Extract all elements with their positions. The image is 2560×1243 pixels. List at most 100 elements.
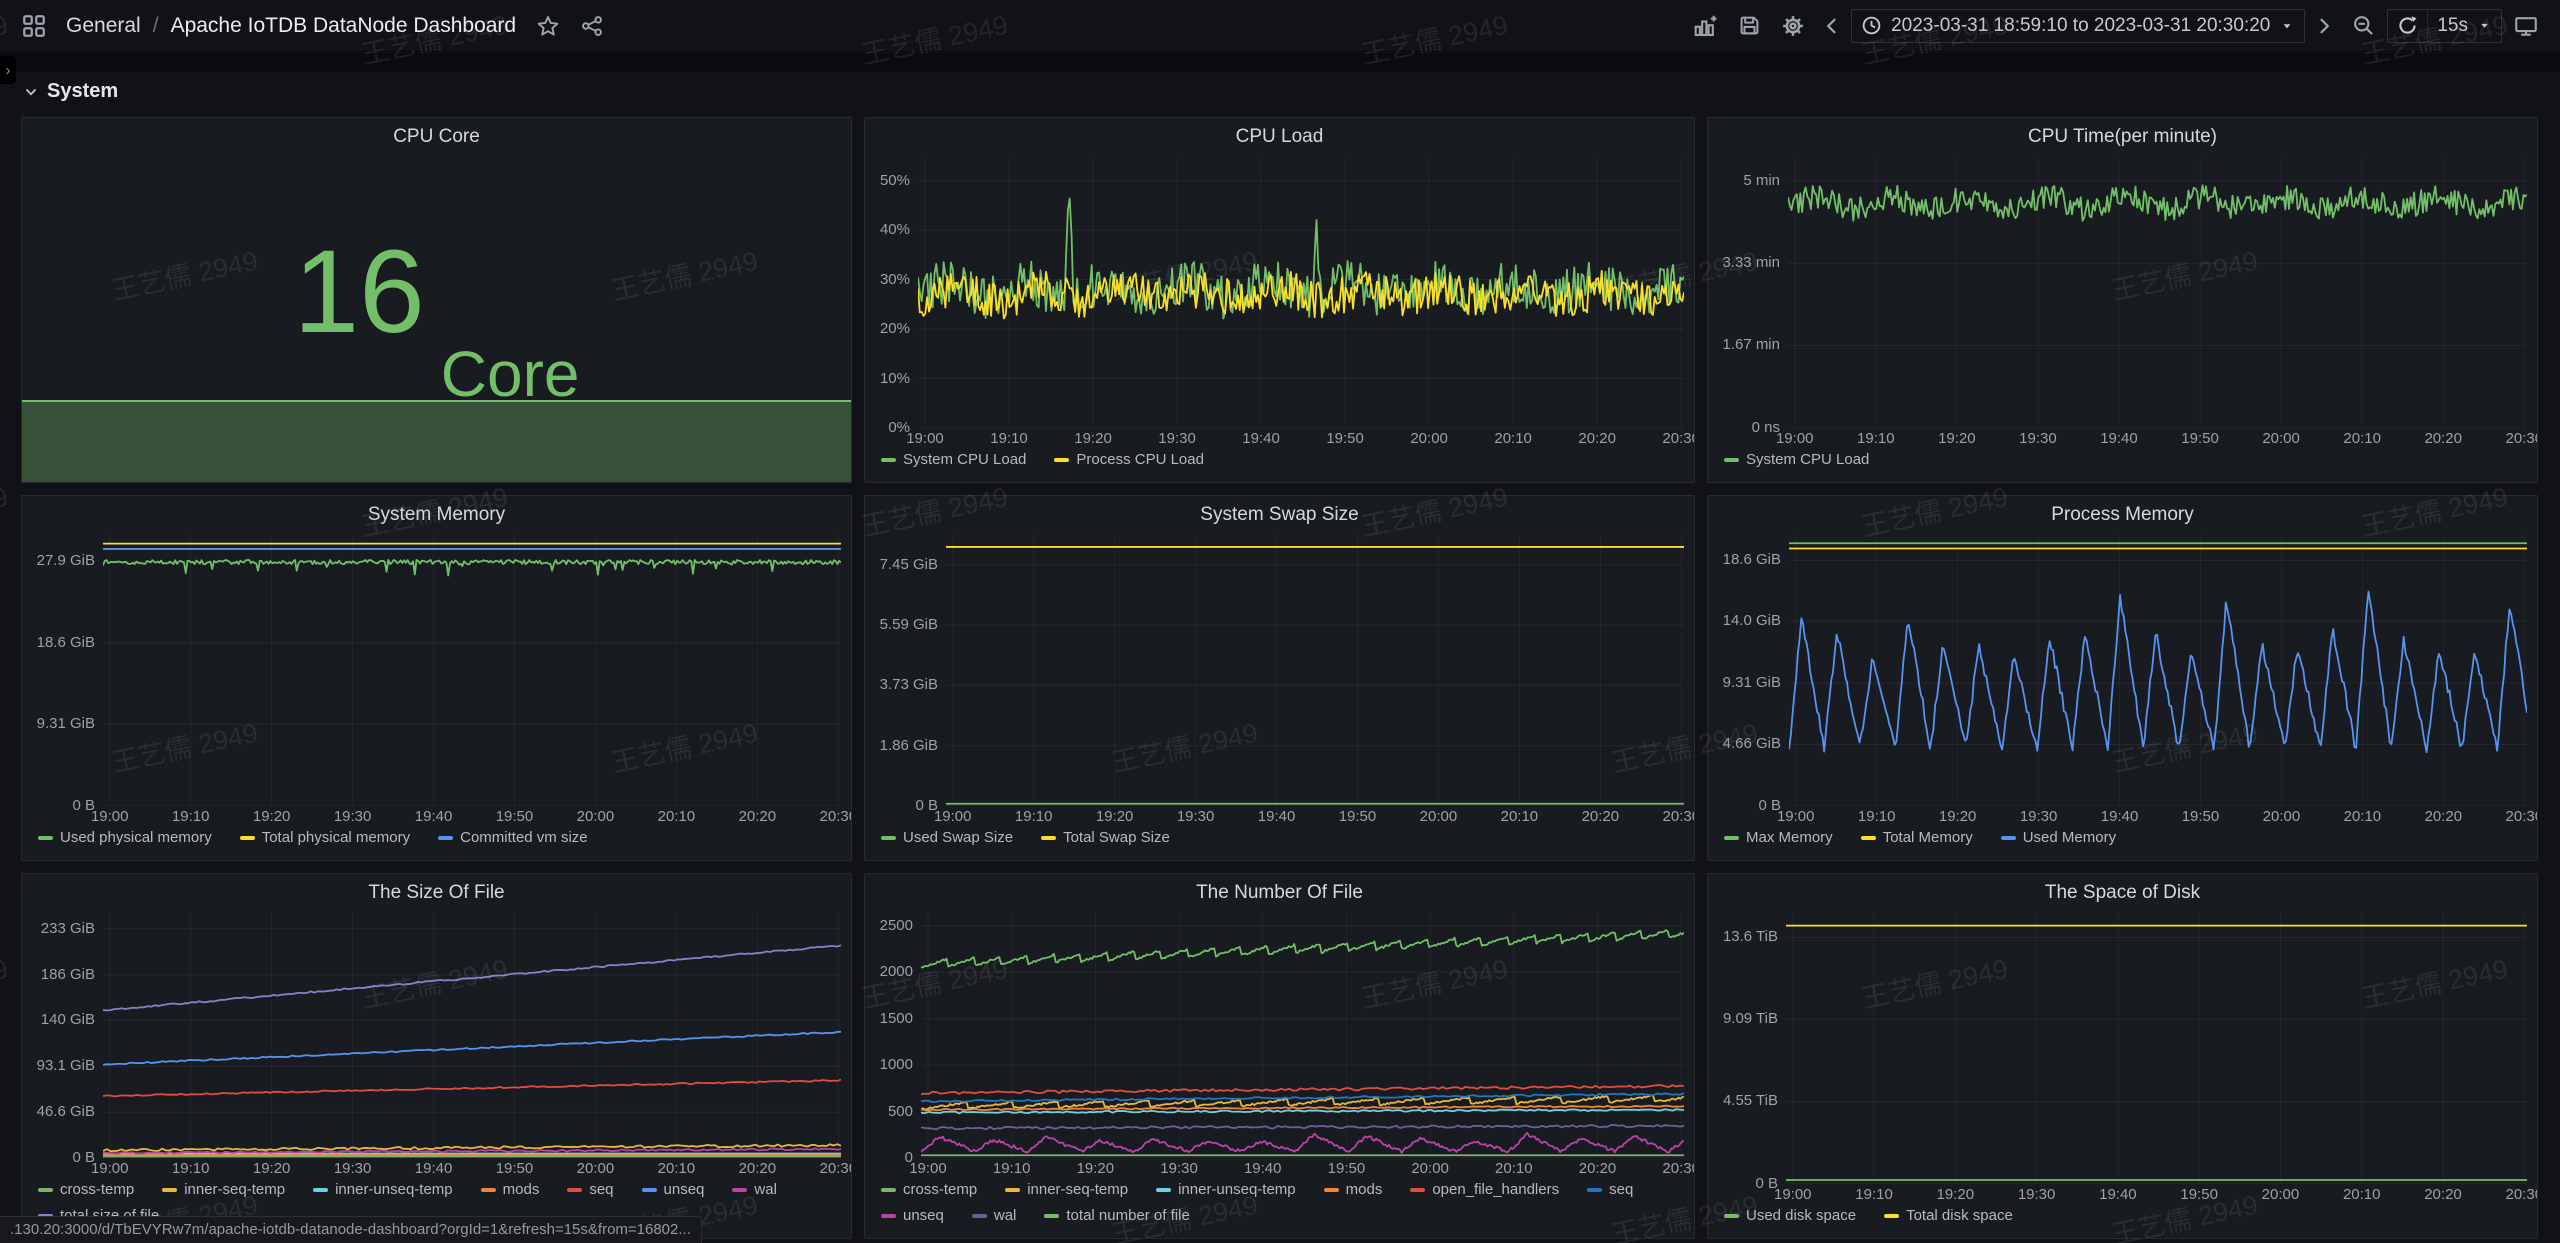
timeseries-chart[interactable] <box>1789 534 2527 806</box>
panel-system-memory: System Memory0 B9.31 GiB18.6 GiB27.9 GiB… <box>21 495 852 861</box>
stat-sparkline <box>22 400 851 482</box>
refresh-interval-label: 15s <box>2437 15 2468 37</box>
legend-item-inner-unseq-temp[interactable]: inner-unseq-temp <box>313 1180 453 1200</box>
legend-item-inner-unseq-temp[interactable]: inner-unseq-temp <box>1156 1180 1296 1200</box>
timeseries-chart[interactable] <box>1786 912 2527 1184</box>
legend-item-cross-temp[interactable]: cross-temp <box>881 1180 977 1200</box>
legend-item-unseq[interactable]: unseq <box>881 1206 944 1226</box>
add-panel-button[interactable] <box>1685 6 1725 46</box>
legend-item-cross-temp[interactable]: cross-temp <box>38 1180 134 1200</box>
time-back-button[interactable] <box>1817 6 1847 46</box>
legend-item-total-physical-memory[interactable]: Total physical memory <box>240 828 410 848</box>
dashboard-settings-button[interactable] <box>1773 6 1813 46</box>
legend-item-inner-seq-temp[interactable]: inner-seq-temp <box>1005 1180 1128 1200</box>
share-icon <box>581 15 603 37</box>
x-tick-label: 19:50 <box>2170 431 2230 447</box>
panel-title[interactable]: The Size Of File <box>22 874 851 912</box>
legend-item-total-swap-size[interactable]: Total Swap Size <box>1041 828 1170 848</box>
section-system[interactable]: System <box>24 80 118 103</box>
breadcrumb-section[interactable]: General <box>66 14 141 38</box>
legend-series-label: Total physical memory <box>262 828 410 848</box>
open-menu-tab[interactable]: › <box>0 56 16 84</box>
timeseries-chart[interactable] <box>918 156 1684 428</box>
time-forward-button[interactable] <box>2309 6 2339 46</box>
timeseries-chart[interactable] <box>946 534 1684 806</box>
breadcrumb-dashboard-title[interactable]: Apache IoTDB DataNode Dashboard <box>171 14 517 38</box>
y-tick-label: 4.55 TiB <box>1716 1093 1778 1109</box>
x-tick-label: 19:00 <box>923 809 983 825</box>
legend-item-total-memory[interactable]: Total Memory <box>1861 828 1973 848</box>
legend-item-mods[interactable]: mods <box>1324 1180 1383 1200</box>
x-tick-label: 19:10 <box>1846 431 1906 447</box>
x-tick-label: 19:10 <box>1004 809 1064 825</box>
legend-series-color <box>438 836 453 840</box>
refresh-button[interactable] <box>2388 10 2427 42</box>
legend-item-wal[interactable]: wal <box>972 1206 1017 1226</box>
cycle-view-button[interactable] <box>2506 6 2546 46</box>
x-tick-label: 20:20 <box>2413 809 2473 825</box>
legend-item-used-disk-space[interactable]: Used disk space <box>1724 1206 1856 1226</box>
legend-item-system-cpu-load[interactable]: System CPU Load <box>881 450 1026 470</box>
panel-title[interactable]: The Number Of File <box>865 874 1694 912</box>
legend-series-label: Used physical memory <box>60 828 212 848</box>
zoom-out-button[interactable] <box>2343 6 2383 46</box>
chevron-down-icon <box>2477 18 2492 33</box>
panel-title[interactable]: System Swap Size <box>865 496 1694 534</box>
gear-icon <box>1781 14 1805 38</box>
x-tick-label: 20:10 <box>646 809 706 825</box>
legend-item-wal[interactable]: wal <box>732 1180 777 1200</box>
legend-item-used-swap-size[interactable]: Used Swap Size <box>881 828 1013 848</box>
legend-series-label: mods <box>1346 1180 1383 1200</box>
legend-series-label: System CPU Load <box>1746 450 1869 470</box>
legend-series-label: mods <box>503 1180 540 1200</box>
legend-item-unseq[interactable]: unseq <box>642 1180 705 1200</box>
legend-item-system-cpu-load[interactable]: System CPU Load <box>1724 450 1869 470</box>
legend-item-mods[interactable]: mods <box>481 1180 540 1200</box>
legend-item-open-file-handlers[interactable]: open_file_handlers <box>1410 1180 1559 1200</box>
legend-series-color <box>642 1188 657 1192</box>
x-tick-label: 19:40 <box>1231 431 1291 447</box>
legend-item-total-disk-space[interactable]: Total disk space <box>1884 1206 2013 1226</box>
legend-item-inner-seq-temp[interactable]: inner-seq-temp <box>162 1180 285 1200</box>
legend-item-total-number-of-file[interactable]: total number of file <box>1044 1206 1189 1226</box>
legend-series-label: inner-unseq-temp <box>1178 1180 1296 1200</box>
apps-menu-button[interactable] <box>14 6 54 46</box>
panel-title[interactable]: CPU Core <box>22 118 851 156</box>
panel-title[interactable]: The Space of Disk <box>1708 874 2537 912</box>
legend-series-label: inner-unseq-temp <box>335 1180 453 1200</box>
time-range-label: 2023-03-31 18:59:10 to 2023-03-31 20:30:… <box>1891 15 2270 37</box>
legend-item-committed-vm-size[interactable]: Committed vm size <box>438 828 588 848</box>
x-tick-label: 20:00 <box>1400 1161 1460 1177</box>
legend-series-color <box>881 1214 896 1218</box>
legend-item-seq[interactable]: seq <box>567 1180 613 1200</box>
panel-title[interactable]: CPU Time(per minute) <box>1708 118 2537 156</box>
legend-item-max-memory[interactable]: Max Memory <box>1724 828 1833 848</box>
x-tick-label: 19:10 <box>161 809 221 825</box>
save-dashboard-button[interactable] <box>1729 6 1769 46</box>
legend-series-color <box>1884 1214 1899 1218</box>
legend-series-color <box>1044 1214 1059 1218</box>
timeseries-chart[interactable] <box>1788 156 2527 428</box>
legend-series-color <box>1724 1214 1739 1218</box>
panel-title[interactable]: CPU Load <box>865 118 1694 156</box>
panel-process-memory: Process Memory0 B4.66 GiB9.31 GiB14.0 Gi… <box>1707 495 2538 861</box>
legend-series-color <box>313 1188 328 1192</box>
legend-item-process-cpu-load[interactable]: Process CPU Load <box>1054 450 1204 470</box>
panel-system-swap: System Swap Size0 B1.86 GiB3.73 GiB5.59 … <box>864 495 1695 861</box>
legend-item-seq[interactable]: seq <box>1587 1180 1633 1200</box>
legend-item-used-memory[interactable]: Used Memory <box>2001 828 2116 848</box>
timeseries-chart[interactable] <box>921 912 1684 1158</box>
x-tick-label: 20:30 <box>2494 1187 2538 1203</box>
panel-title[interactable]: System Memory <box>22 496 851 534</box>
timeseries-chart[interactable] <box>103 912 841 1158</box>
legend: System CPU Load Process CPU Load <box>881 450 1686 476</box>
x-tick-label: 20:30 <box>1651 809 1695 825</box>
refresh-interval-picker[interactable]: 15s <box>2427 10 2501 42</box>
star-dashboard-button[interactable] <box>528 6 568 46</box>
panel-title[interactable]: Process Memory <box>1708 496 2537 534</box>
time-range-picker[interactable]: 2023-03-31 18:59:10 to 2023-03-31 20:30:… <box>1851 9 2305 43</box>
legend-item-used-physical-memory[interactable]: Used physical memory <box>38 828 212 848</box>
chevron-down-icon <box>2279 18 2295 34</box>
timeseries-chart[interactable] <box>103 534 841 806</box>
share-dashboard-button[interactable] <box>572 6 612 46</box>
